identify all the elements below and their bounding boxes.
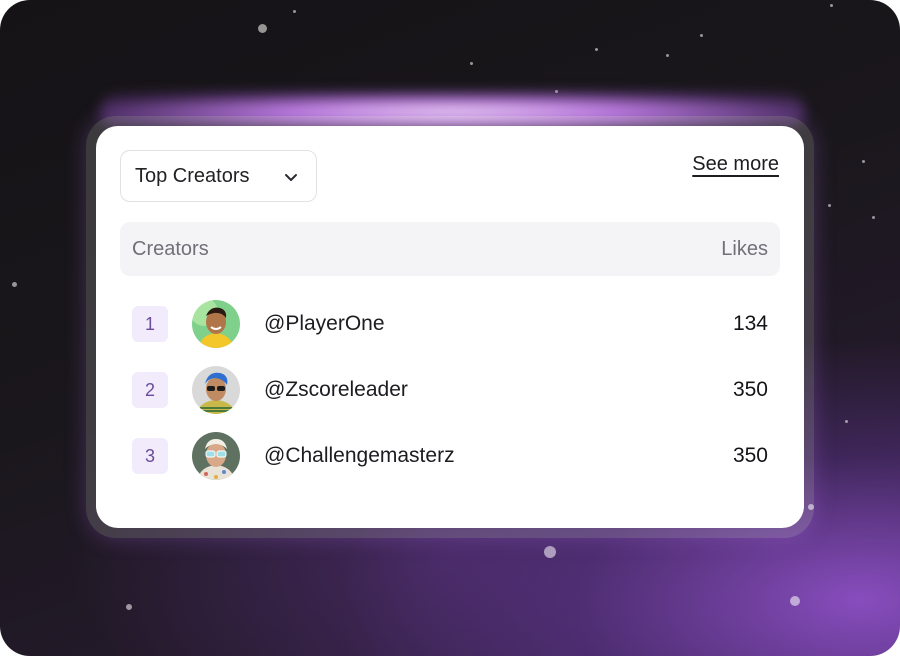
star (258, 24, 267, 33)
star (828, 204, 831, 207)
star (544, 546, 556, 558)
star (830, 4, 833, 7)
likes-count: 134 (732, 312, 768, 335)
star (12, 282, 17, 287)
avatar[interactable] (192, 366, 240, 414)
star (126, 604, 132, 610)
likes-count: 350 (732, 444, 768, 467)
creator-handle[interactable]: @Zscoreleader (264, 378, 408, 402)
star (845, 420, 848, 423)
see-more-link[interactable]: See more (692, 153, 779, 176)
star (700, 34, 703, 37)
table-row[interactable]: 2 @Zscoreleader 350 (120, 364, 780, 414)
avatar-image (192, 432, 240, 480)
star (666, 54, 669, 57)
star (790, 596, 800, 606)
table-header: Creators Likes (120, 222, 780, 276)
avatar[interactable] (192, 300, 240, 348)
star (872, 216, 875, 219)
avatar[interactable] (192, 432, 240, 480)
category-dropdown[interactable]: Top Creators (120, 150, 317, 202)
star (595, 48, 598, 51)
column-header-likes: Likes (721, 238, 768, 260)
avatar-image (192, 300, 240, 348)
dropdown-selected-label: Top Creators (135, 164, 250, 187)
star (862, 160, 865, 163)
rank-badge: 3 (132, 438, 168, 474)
avatar-image (192, 366, 240, 414)
chevron-down-icon (285, 174, 297, 181)
table-row[interactable]: 1 @PlayerOne 134 (120, 298, 780, 348)
rank-badge: 1 (132, 306, 168, 342)
creator-handle[interactable]: @PlayerOne (264, 312, 385, 336)
leaderboard-card: Top Creators See more Creators Likes 1 @… (96, 126, 804, 528)
background-frame: Top Creators See more Creators Likes 1 @… (0, 0, 900, 656)
creator-handle[interactable]: @Challengemasterz (264, 444, 455, 468)
rank-badge: 2 (132, 372, 168, 408)
star (293, 10, 296, 13)
column-header-creators: Creators (132, 238, 209, 260)
table-row[interactable]: 3 @Challengemasterz 350 (120, 430, 780, 480)
likes-count: 350 (732, 378, 768, 401)
star (470, 62, 473, 65)
